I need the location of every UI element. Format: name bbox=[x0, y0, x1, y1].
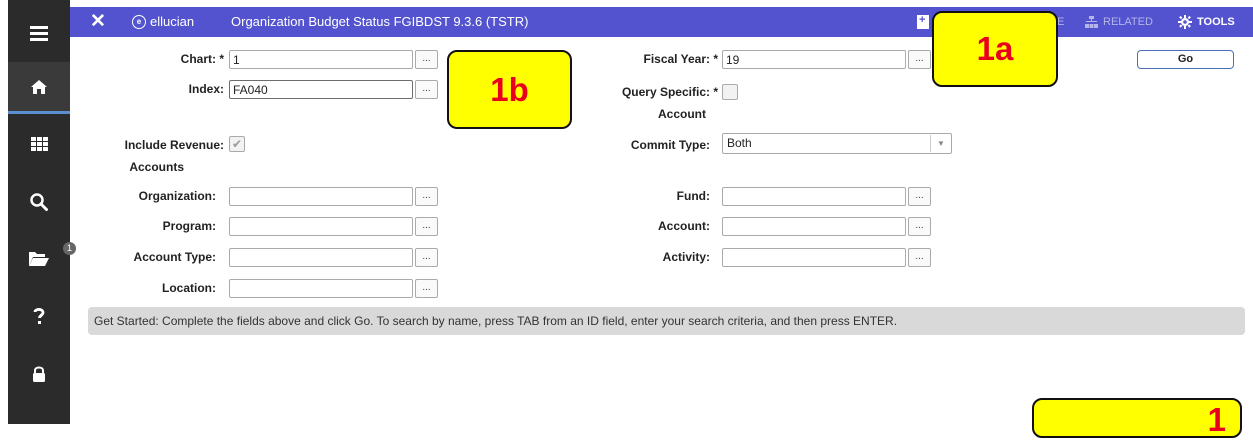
chart-input[interactable] bbox=[229, 50, 413, 69]
account-lookup-button[interactable]: ... bbox=[908, 217, 931, 236]
commit-type-select[interactable]: Both ▼ bbox=[722, 133, 952, 154]
location-input[interactable] bbox=[229, 279, 413, 298]
home-icon bbox=[31, 79, 47, 94]
menu-button[interactable] bbox=[8, 7, 70, 59]
program-label: Program: bbox=[162, 219, 216, 233]
fund-input[interactable] bbox=[722, 187, 906, 206]
tools-label: TOOLS bbox=[1197, 16, 1235, 28]
include-revenue-checkbox[interactable]: ✔ bbox=[229, 136, 245, 152]
status-message: Get Started: Complete the fields above a… bbox=[88, 307, 1245, 335]
folder-open-icon bbox=[29, 252, 49, 266]
organization-input[interactable] bbox=[229, 187, 413, 206]
fund-label: Fund: bbox=[676, 189, 710, 203]
related-label: RELATED bbox=[1103, 16, 1153, 28]
location-lookup-button[interactable]: ... bbox=[415, 279, 438, 298]
organization-lookup-button[interactable]: ... bbox=[415, 187, 438, 206]
lock-icon bbox=[33, 366, 45, 382]
callout-1-partial: 1 bbox=[1032, 398, 1242, 438]
organization-label: Organization: bbox=[138, 189, 216, 203]
account-type-input[interactable] bbox=[229, 248, 413, 267]
help-button[interactable] bbox=[8, 290, 70, 342]
account-input[interactable] bbox=[722, 217, 906, 236]
fiscal-year-label: Fiscal Year: * bbox=[643, 52, 719, 66]
include-revenue-label: Include Revenue: bbox=[124, 138, 224, 152]
brand-name: ellucian bbox=[150, 14, 195, 29]
program-lookup-button[interactable]: ... bbox=[415, 217, 438, 236]
fiscal-year-lookup-button[interactable]: ... bbox=[908, 50, 931, 69]
callout-1b: 1b bbox=[447, 50, 572, 129]
fiscal-year-input[interactable] bbox=[722, 50, 906, 69]
activity-label: Activity: bbox=[662, 250, 710, 264]
home-button[interactable] bbox=[8, 62, 70, 114]
search-button[interactable] bbox=[8, 176, 70, 228]
hamburger-icon bbox=[30, 26, 48, 41]
related-menu[interactable]: RELATED bbox=[1085, 7, 1153, 37]
query-specific-label: Query Specific: * bbox=[621, 85, 718, 99]
activity-input[interactable] bbox=[722, 248, 906, 267]
ellucian-logo-icon: e bbox=[132, 15, 146, 29]
include-revenue-label-line2: Accounts bbox=[129, 160, 184, 174]
index-lookup-button[interactable]: ... bbox=[415, 80, 438, 99]
callout-1a: 1a bbox=[932, 11, 1058, 87]
page-title: Organization Budget Status FGIBDST 9.3.6… bbox=[231, 14, 529, 29]
sign-out-button[interactable] bbox=[8, 348, 70, 400]
chart-lookup-button[interactable]: ... bbox=[415, 50, 438, 69]
query-specific-label-line2: Account bbox=[658, 107, 706, 121]
gear-icon bbox=[1178, 15, 1192, 29]
go-button[interactable]: Go bbox=[1137, 50, 1234, 69]
index-input[interactable] bbox=[229, 80, 413, 99]
commit-type-value: Both bbox=[727, 136, 752, 150]
page-header: ✕ e ellucian Organization Budget Status … bbox=[70, 7, 1253, 37]
account-label: Account: bbox=[658, 219, 710, 233]
tools-menu[interactable]: TOOLS bbox=[1178, 7, 1235, 37]
sitemap-icon bbox=[1085, 16, 1098, 28]
account-type-label: Account Type: bbox=[133, 250, 216, 264]
fund-lookup-button[interactable]: ... bbox=[908, 187, 931, 206]
ellucian-logo: e ellucian bbox=[132, 7, 194, 37]
location-label: Location: bbox=[162, 281, 216, 295]
close-icon[interactable]: ✕ bbox=[90, 7, 106, 37]
chevron-down-icon: ▼ bbox=[930, 135, 951, 152]
applications-button[interactable] bbox=[8, 118, 70, 170]
add-page-icon[interactable] bbox=[917, 14, 929, 29]
commit-type-label: Commit Type: bbox=[630, 138, 710, 152]
header-menu-fragment[interactable]: E bbox=[1057, 7, 1064, 37]
question-mark-icon bbox=[33, 308, 45, 324]
query-specific-checkbox[interactable] bbox=[722, 84, 738, 100]
recent-items-button[interactable]: 1 bbox=[8, 232, 76, 284]
recent-count-badge: 1 bbox=[63, 242, 76, 255]
account-type-lookup-button[interactable]: ... bbox=[415, 248, 438, 267]
search-icon bbox=[30, 193, 48, 211]
activity-lookup-button[interactable]: ... bbox=[908, 248, 931, 267]
grid-icon bbox=[30, 137, 48, 151]
program-input[interactable] bbox=[229, 217, 413, 236]
index-label: Index: bbox=[188, 82, 224, 96]
chart-label: Chart: * bbox=[180, 52, 224, 66]
left-nav-rail: 1 bbox=[8, 0, 76, 424]
